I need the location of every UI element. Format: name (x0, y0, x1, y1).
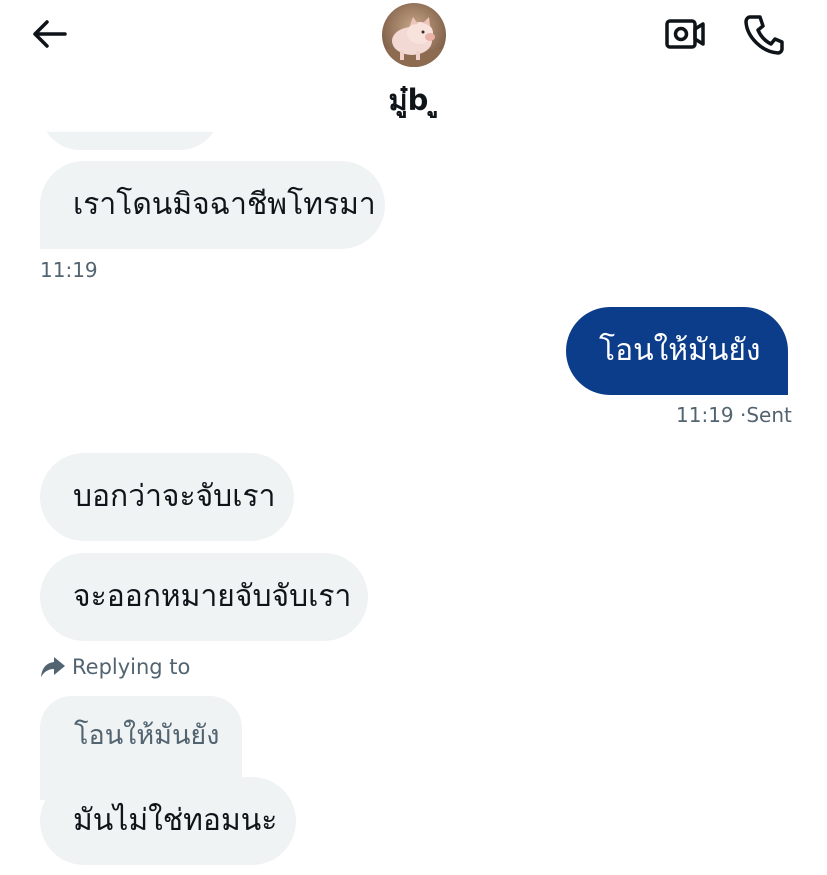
reply-arrow-icon (40, 653, 68, 681)
back-button[interactable] (26, 14, 72, 54)
message-bubble-sent[interactable]: โอนให้มันยัง (566, 307, 788, 395)
message-timestamp: 11:19 (40, 258, 98, 282)
arrow-left-icon (33, 20, 67, 48)
quoted-message-text: โอนให้มันยัง (74, 720, 220, 751)
message-text: โอนให้มันยัง (599, 333, 761, 368)
message-text: จะออกหมายจับจับเรา (73, 579, 352, 614)
message-text: มันไม่ใช่ทอมนะ (73, 803, 278, 838)
replying-to-label: Replying to (40, 653, 190, 681)
video-camera-icon (665, 19, 705, 49)
message-bubble-received[interactable]: บอกว่าจะจับเรา (40, 453, 294, 541)
pig-avatar-image (382, 3, 446, 67)
sent-status: Sent (746, 403, 792, 427)
message-text: เราโดนมิจฉาชีพโทรมา (73, 187, 376, 222)
header-fade (0, 60, 280, 132)
message-bubble-received[interactable]: จะออกหมายจับจับเรา (40, 553, 368, 641)
message-text: บอกว่าจะจับเรา (73, 479, 276, 514)
message-bubble-received[interactable]: เราโดนมิจฉาชีพโทรมา (40, 161, 385, 249)
phone-call-button[interactable] (740, 12, 788, 56)
avatar[interactable] (382, 3, 446, 67)
video-call-button[interactable] (661, 14, 709, 54)
message-bubble-received[interactable]: มันไม่ใช่ทอมนะ (40, 777, 296, 865)
phone-icon (744, 15, 784, 55)
message-timestamp-status: 11:19 ·Sent (676, 403, 792, 427)
